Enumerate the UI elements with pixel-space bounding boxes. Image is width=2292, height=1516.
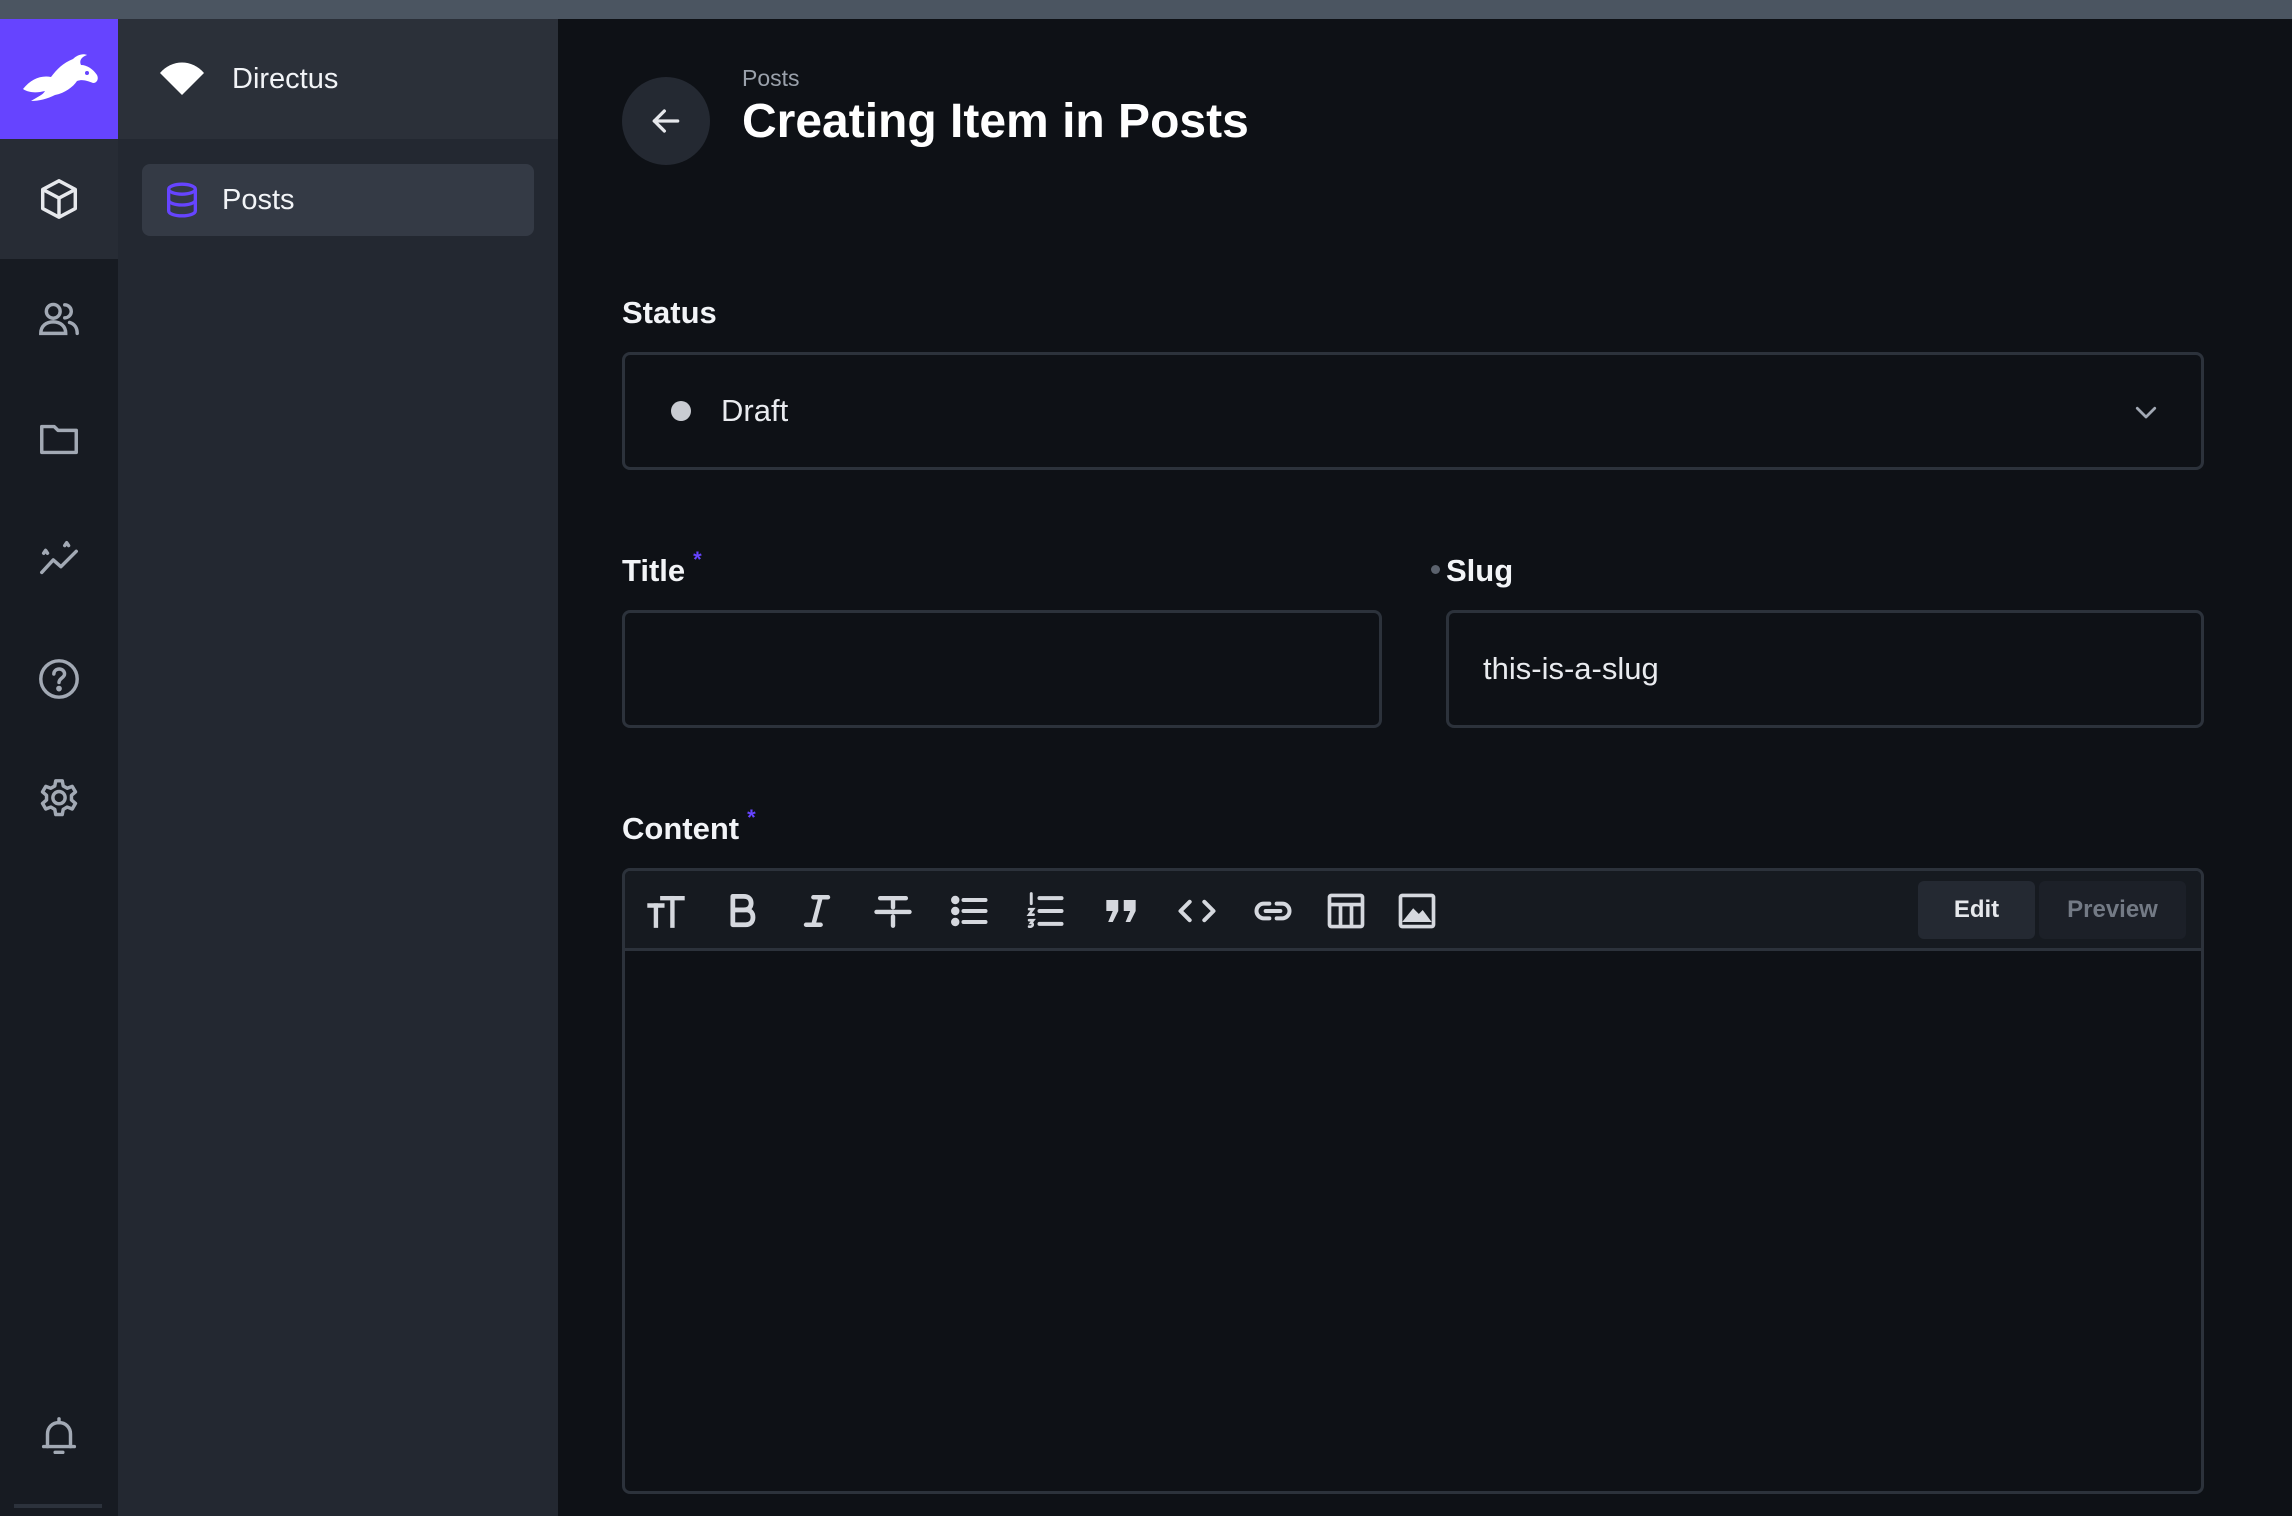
status-value: Draft — [721, 393, 789, 428]
chevron-down-icon — [2135, 406, 2157, 419]
bell-icon — [41, 1417, 77, 1455]
link-button[interactable] — [1249, 887, 1297, 935]
heading-button[interactable] — [642, 887, 690, 935]
nav-item-posts[interactable]: Posts — [142, 164, 534, 236]
window-top-strip — [0, 0, 2292, 19]
table-button[interactable] — [1322, 887, 1370, 935]
project-header[interactable]: Directus — [118, 19, 558, 139]
slug-label: Slug — [1446, 553, 1513, 589]
slug-label-text: Slug — [1446, 553, 1514, 588]
status-label: Status — [622, 295, 717, 331]
database-icon — [167, 182, 197, 218]
rail-divider — [14, 1504, 102, 1508]
image-button[interactable] — [1393, 887, 1441, 935]
nav-item-label: Posts — [222, 183, 295, 216]
required-marker: * — [693, 547, 702, 572]
back-button[interactable] — [622, 77, 710, 165]
blockquote-button[interactable] — [1097, 887, 1145, 935]
rail-insights[interactable] — [0, 499, 118, 619]
rail-files[interactable] — [0, 379, 118, 499]
preview-mode-button[interactable]: Preview — [2039, 881, 2186, 939]
insights-icon — [40, 540, 78, 575]
italic-icon — [803, 895, 831, 927]
edit-mode-button[interactable]: Edit — [1918, 881, 2035, 939]
title-label: Title * — [622, 547, 702, 589]
navigation-panel: Directus Posts — [118, 19, 558, 1516]
markdown-editor: Edit Preview — [622, 868, 2204, 1494]
project-name: Directus — [232, 62, 339, 95]
rail-settings[interactable] — [0, 739, 118, 859]
breadcrumb[interactable]: Posts — [742, 65, 800, 92]
main-content: Posts Creating Item in Posts Status Draf… — [558, 19, 2292, 1516]
code-button[interactable] — [1173, 887, 1221, 935]
status-select[interactable]: Draft — [622, 352, 2204, 470]
link-icon — [1254, 901, 1292, 921]
rail-notifications[interactable] — [0, 1377, 118, 1497]
status-dot — [671, 401, 691, 421]
page-title: Creating Item in Posts — [742, 95, 1249, 148]
rabbit-logo-icon — [23, 54, 98, 101]
content-label: Content * — [622, 805, 756, 847]
slug-input[interactable]: this-is-a-slug — [1446, 610, 2204, 728]
directus-logo[interactable] — [0, 19, 118, 139]
code-icon — [1178, 899, 1216, 923]
blockquote-icon — [1106, 900, 1136, 922]
content-editor-area[interactable] — [625, 951, 2201, 1491]
required-marker: * — [747, 805, 756, 830]
image-icon — [1398, 893, 1436, 929]
title-input[interactable] — [622, 610, 1382, 728]
numbered-list-button[interactable] — [1021, 887, 1069, 935]
wifi-icon — [160, 62, 204, 95]
module-bar — [0, 19, 118, 1516]
slug-edit-indicator — [1431, 565, 1440, 574]
cube-icon — [40, 179, 78, 219]
rail-docs[interactable] — [0, 619, 118, 739]
content-label-text: Content — [622, 811, 740, 846]
bold-icon — [730, 893, 756, 928]
editor-toolbar: Edit Preview — [625, 871, 2201, 951]
help-icon — [39, 659, 79, 699]
bullet-list-button[interactable] — [945, 887, 993, 935]
gear-icon — [40, 779, 78, 817]
status-label-text: Status — [622, 295, 717, 330]
strikethrough-button[interactable] — [869, 887, 917, 935]
arrow-left-icon — [652, 109, 680, 133]
numbered-list-icon — [1026, 892, 1064, 928]
title-label-text: Title — [622, 553, 686, 588]
users-icon — [39, 302, 79, 336]
heading-icon — [647, 895, 685, 928]
folder-icon — [40, 424, 78, 455]
rail-content[interactable] — [0, 139, 118, 259]
bullet-list-icon — [951, 895, 988, 927]
bold-button[interactable] — [718, 887, 766, 935]
rail-users[interactable] — [0, 259, 118, 379]
table-icon — [1327, 893, 1365, 929]
italic-button[interactable] — [793, 887, 841, 935]
strikethrough-icon — [874, 895, 912, 928]
